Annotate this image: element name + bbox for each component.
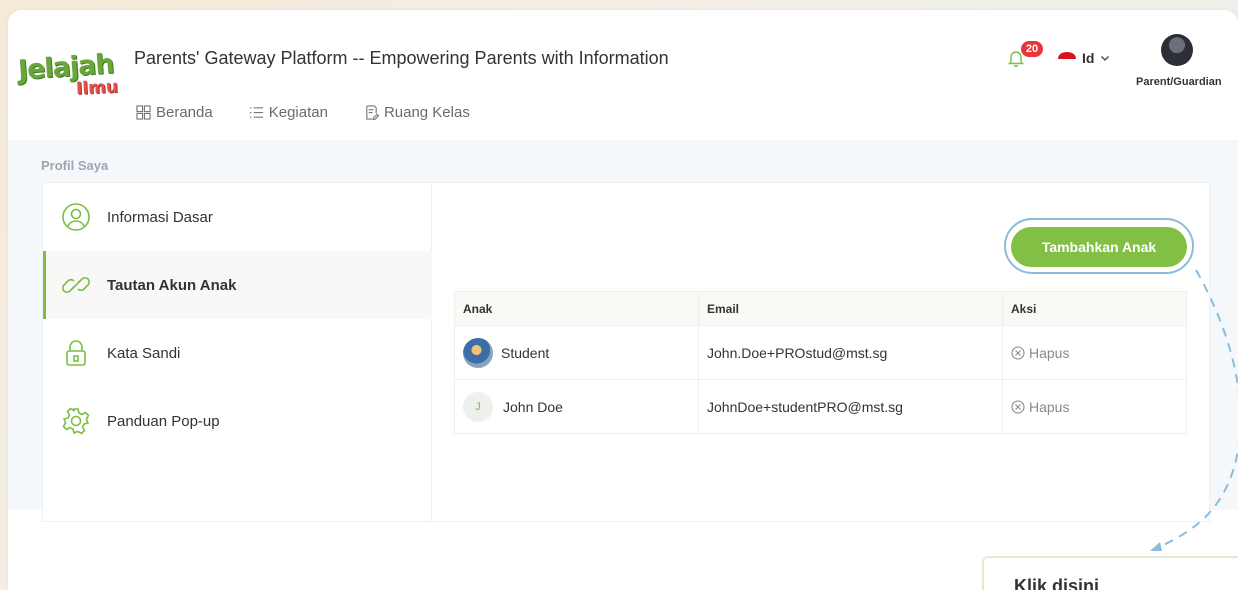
student-avatar (463, 337, 493, 368)
add-child-button[interactable]: Tambahkan Anak (1011, 227, 1187, 267)
sidebar-item-kata-sandi[interactable]: Kata Sandi (43, 319, 432, 387)
table-row: Student John.Doe+PROstud@mst.sg Hapus (454, 325, 1187, 380)
child-cell: Student (454, 325, 699, 380)
nav-item-beranda[interactable]: Beranda (136, 104, 213, 121)
nav-item-ruang-kelas[interactable]: Ruang Kelas (364, 104, 470, 121)
logo[interactable]: Jelajah Ilmu (17, 48, 128, 108)
nav-label: Kegiatan (268, 104, 328, 121)
avatar[interactable] (1161, 34, 1193, 66)
language-label: Id (1082, 50, 1095, 66)
grid-icon (136, 105, 151, 120)
initial-avatar: J (463, 391, 493, 422)
child-name: Student (501, 344, 550, 361)
document-edit-icon (366, 105, 379, 120)
profile-card: Informasi Dasar Tautan Akun Anak Kata Sa… (42, 182, 1210, 522)
language-selector[interactable]: Id (1058, 50, 1110, 66)
gear-icon (62, 407, 90, 435)
user-circle-icon (62, 203, 90, 231)
table-header-row: Anak Email Aksi (454, 291, 1187, 326)
child-email: John.Doe+PROstud@mst.sg (698, 325, 1003, 380)
logo-text-sub: Ilmu (75, 76, 119, 100)
column-header: Email (698, 291, 1003, 326)
action-cell: Hapus (1002, 379, 1187, 434)
header: Jelajah Ilmu Parents' Gateway Platform -… (8, 10, 1238, 140)
remove-button[interactable]: Hapus (1011, 345, 1186, 361)
column-header: Aksi (1002, 291, 1187, 326)
profile-sidebar: Informasi Dasar Tautan Akun Anak Kata Sa… (43, 183, 432, 521)
nav-label: Ruang Kelas (383, 104, 470, 121)
sidebar-item-label: Tautan Akun Anak (107, 276, 237, 294)
sidebar-item-label: Informasi Dasar (107, 208, 213, 226)
remove-label: Hapus (1029, 398, 1070, 415)
nav-label: Beranda (156, 104, 213, 121)
child-email: JohnDoe+studentPRO@mst.sg (698, 379, 1003, 434)
tooltip-popup: Klik disini (982, 556, 1238, 590)
children-table: Anak Email Aksi Student John.Doe+PROstud… (454, 291, 1187, 434)
sidebar-item-panduan-pop-up[interactable]: Panduan Pop-up (43, 387, 432, 455)
table-row: J John Doe JohnDoe+studentPRO@mst.sg Hap… (454, 379, 1187, 434)
remove-label: Hapus (1029, 344, 1070, 361)
lock-icon (66, 340, 86, 366)
child-name: John Doe (503, 398, 563, 415)
main-content: Profil Saya Informasi Dasar Tautan Akun … (8, 140, 1238, 522)
list-icon (249, 107, 263, 118)
action-cell: Hapus (1002, 325, 1187, 380)
sidebar-item-informasi-dasar[interactable]: Informasi Dasar (43, 183, 432, 251)
tooltip-title: Klik disini (1014, 576, 1100, 590)
app-window: Jelajah Ilmu Parents' Gateway Platform -… (8, 10, 1238, 590)
page-title: Parents' Gateway Platform -- Empowering … (134, 48, 669, 68)
sidebar-item-label: Kata Sandi (107, 344, 181, 362)
notification-badge: 20 (1021, 41, 1043, 57)
close-circle-icon (1011, 345, 1025, 360)
chevron-down-icon (1101, 56, 1110, 61)
child-cell: J John Doe (454, 379, 699, 434)
top-nav: Beranda Kegiatan Ruang Kelas (136, 104, 470, 121)
link-icon (61, 276, 91, 294)
section-title: Profil Saya (41, 158, 109, 173)
remove-button[interactable]: Hapus (1011, 399, 1186, 415)
nav-item-kegiatan[interactable]: Kegiatan (249, 104, 328, 121)
sidebar-item-tautan-akun-anak[interactable]: Tautan Akun Anak (43, 251, 432, 319)
flag-icon (1058, 52, 1076, 64)
close-circle-icon (1011, 399, 1025, 414)
column-header: Anak (454, 291, 699, 326)
user-role: Parent/Guardian (1136, 76, 1222, 88)
sidebar-item-label: Panduan Pop-up (107, 412, 220, 430)
